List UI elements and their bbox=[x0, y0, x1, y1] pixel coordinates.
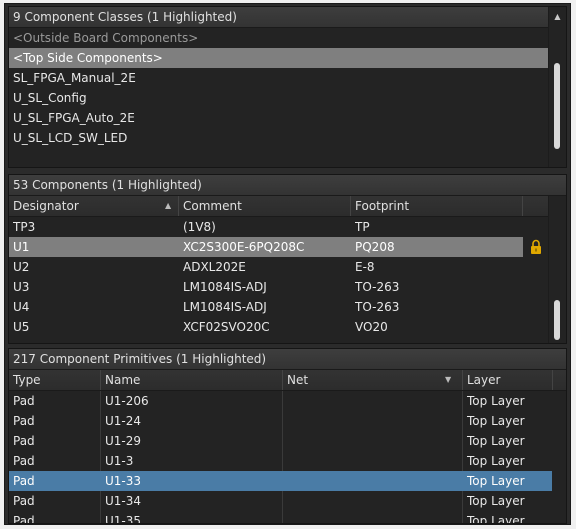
designator-cell: U4 bbox=[13, 300, 30, 314]
layer-cell: Top Layer bbox=[467, 394, 525, 408]
type-cell: Pad bbox=[13, 434, 35, 448]
component-primitives-panel: 217 Component Primitives (1 Highlighted)… bbox=[8, 348, 567, 524]
column-header-label: Comment bbox=[183, 199, 242, 213]
layer-cell: Top Layer bbox=[467, 514, 525, 524]
class-item-u-sl-config[interactable]: U_SL_Config bbox=[9, 88, 548, 108]
comment-cell: LM1084IS-ADJ bbox=[183, 280, 267, 294]
components-header: 53 Components (1 Highlighted) bbox=[9, 175, 566, 196]
class-item-sl-fpga-manual[interactable]: SL_FPGA_Manual_2E bbox=[9, 68, 548, 88]
component-classes-scrollbar[interactable]: ▲ bbox=[548, 7, 566, 167]
footprint-cell: TP bbox=[355, 220, 370, 234]
designator-cell: U1 bbox=[13, 240, 30, 254]
scroll-thumb[interactable] bbox=[554, 63, 560, 149]
column-header-label: Designator bbox=[13, 199, 79, 213]
layer-cell: Top Layer bbox=[467, 474, 525, 488]
column-header-type[interactable]: Type bbox=[9, 370, 101, 390]
layer-cell: Top Layer bbox=[467, 494, 525, 508]
comment-cell: XCF02SVO20C bbox=[183, 320, 270, 334]
column-header-label: Layer bbox=[467, 373, 501, 387]
type-cell: Pad bbox=[13, 514, 35, 524]
footprint-cell: TO-263 bbox=[355, 300, 400, 314]
lock-icon[interactable] bbox=[529, 239, 543, 255]
component-classes-header: 9 Component Classes (1 Highlighted) bbox=[9, 7, 566, 28]
scroll-thumb[interactable] bbox=[554, 300, 560, 340]
sort-descending-icon: ▼ bbox=[445, 375, 452, 384]
name-cell: U1-29 bbox=[105, 434, 142, 448]
name-cell: U1-35 bbox=[105, 514, 142, 524]
column-header-name[interactable]: Name bbox=[101, 370, 283, 390]
primitives-list: Pad U1-206 Top Layer Pad U1-24 Top Layer… bbox=[9, 391, 552, 524]
component-row-selected[interactable]: U1 XC2S300E-6PQ208C PQ208 bbox=[9, 237, 523, 257]
component-classes-list: <Outside Board Components> <Top Side Com… bbox=[9, 28, 548, 148]
components-list: TP3 (1V8) TP U1 XC2S300E-6PQ208C PQ208 U… bbox=[9, 217, 548, 337]
class-item-label: <Outside Board Components> bbox=[13, 31, 199, 45]
type-cell: Pad bbox=[13, 394, 35, 408]
comment-cell: (1V8) bbox=[183, 220, 216, 234]
column-header-designator[interactable]: Designator ▲ bbox=[9, 196, 179, 216]
column-header-label: Footprint bbox=[355, 199, 410, 213]
name-cell: U1-206 bbox=[105, 394, 149, 408]
layer-cell: Top Layer bbox=[467, 454, 525, 468]
class-item-label: U_SL_LCD_SW_LED bbox=[13, 131, 128, 145]
primitives-column-headers: Type Name Net ▼ Layer bbox=[9, 370, 566, 391]
class-item-u-sl-lcd-sw-led[interactable]: U_SL_LCD_SW_LED bbox=[9, 128, 548, 148]
component-row[interactable]: U4 LM1084IS-ADJ TO-263 bbox=[9, 297, 548, 317]
primitive-row[interactable]: Pad U1-206 Top Layer bbox=[9, 391, 552, 411]
comment-cell: XC2S300E-6PQ208C bbox=[183, 240, 305, 254]
column-header-label: Type bbox=[13, 373, 41, 387]
footprint-cell: TO-263 bbox=[355, 280, 400, 294]
class-item-top-side[interactable]: <Top Side Components> bbox=[9, 48, 548, 68]
name-cell: U1-24 bbox=[105, 414, 142, 428]
pcb-panel-frame: 9 Component Classes (1 Highlighted) <Out… bbox=[4, 3, 571, 525]
footprint-cell: VO20 bbox=[355, 320, 388, 334]
type-cell: Pad bbox=[13, 474, 35, 488]
comment-cell: ADXL202E bbox=[183, 260, 246, 274]
footprint-cell: PQ208 bbox=[355, 240, 395, 254]
component-row[interactable]: U2 ADXL202E E-8 bbox=[9, 257, 548, 277]
primitive-row-selected[interactable]: Pad U1-33 Top Layer bbox=[9, 471, 552, 491]
footprint-cell: E-8 bbox=[355, 260, 375, 274]
name-cell: U1-3 bbox=[105, 454, 134, 468]
components-column-headers: Designator ▲ Comment Footprint bbox=[9, 196, 566, 217]
component-row[interactable]: TP3 (1V8) TP bbox=[9, 217, 548, 237]
layer-cell: Top Layer bbox=[467, 434, 525, 448]
comment-cell: LM1084IS-ADJ bbox=[183, 300, 267, 314]
column-header-footprint[interactable]: Footprint bbox=[351, 196, 523, 216]
column-header-comment[interactable]: Comment bbox=[179, 196, 351, 216]
type-cell: Pad bbox=[13, 414, 35, 428]
column-header-layer[interactable]: Layer bbox=[463, 370, 553, 390]
components-panel: 53 Components (1 Highlighted) Designator… bbox=[8, 174, 567, 344]
sort-ascending-icon: ▲ bbox=[165, 201, 172, 210]
primitive-row[interactable]: Pad U1-24 Top Layer bbox=[9, 411, 552, 431]
class-item-label: SL_FPGA_Manual_2E bbox=[13, 71, 136, 85]
name-cell: U1-34 bbox=[105, 494, 142, 508]
class-item-label: U_SL_FPGA_Auto_2E bbox=[13, 111, 135, 125]
type-cell: Pad bbox=[13, 494, 35, 508]
designator-cell: U5 bbox=[13, 320, 30, 334]
component-primitives-header: 217 Component Primitives (1 Highlighted) bbox=[9, 349, 566, 370]
class-item-u-sl-fpga-auto[interactable]: U_SL_FPGA_Auto_2E bbox=[9, 108, 548, 128]
designator-cell: TP3 bbox=[13, 220, 36, 234]
column-header-net[interactable]: Net ▼ bbox=[283, 370, 463, 390]
class-item-label: <Top Side Components> bbox=[13, 51, 163, 65]
column-header-label: Net bbox=[287, 373, 309, 387]
class-item-label: U_SL_Config bbox=[13, 91, 87, 105]
scroll-up-icon[interactable]: ▲ bbox=[549, 9, 566, 25]
primitive-row[interactable]: Pad U1-34 Top Layer bbox=[9, 491, 552, 511]
name-cell: U1-33 bbox=[105, 474, 142, 488]
type-cell: Pad bbox=[13, 454, 35, 468]
component-classes-panel: 9 Component Classes (1 Highlighted) <Out… bbox=[8, 6, 567, 168]
component-row[interactable]: U3 LM1084IS-ADJ TO-263 bbox=[9, 277, 548, 297]
component-row[interactable]: U5 XCF02SVO20C VO20 bbox=[9, 317, 548, 337]
class-item-outside-board[interactable]: <Outside Board Components> bbox=[9, 28, 548, 48]
components-scrollbar[interactable] bbox=[548, 196, 566, 343]
designator-cell: U3 bbox=[13, 280, 30, 294]
column-header-label: Name bbox=[105, 373, 141, 387]
primitive-row[interactable]: Pad U1-3 Top Layer bbox=[9, 451, 552, 471]
layer-cell: Top Layer bbox=[467, 414, 525, 428]
designator-cell: U2 bbox=[13, 260, 30, 274]
primitive-row[interactable]: Pad U1-29 Top Layer bbox=[9, 431, 552, 451]
primitive-row[interactable]: Pad U1-35 Top Layer bbox=[9, 511, 552, 524]
